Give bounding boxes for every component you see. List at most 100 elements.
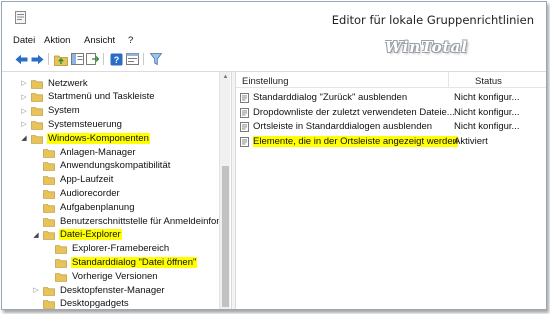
folder-icon — [43, 161, 55, 172]
tree-item-label: Startmenü und Taskleiste — [48, 91, 155, 103]
list-item[interactable]: Standarddialog "Zurück" ausblenden Nicht … — [236, 91, 546, 105]
toolbar-separator — [48, 53, 49, 65]
tree-scrollbar[interactable]: ▲ — [219, 72, 231, 309]
menu-datei[interactable]: Datei — [13, 35, 35, 46]
help-icon[interactable]: ? — [109, 52, 123, 66]
menu-ansicht[interactable]: Ansicht — [84, 35, 115, 46]
tree-item-label: Benutzerschnittstelle für Anmeldeinfon — [60, 215, 219, 227]
tree-item[interactable]: Anlagen-Manager — [32, 145, 137, 159]
tree-item[interactable]: Explorer-Framebereich — [44, 242, 170, 256]
list-item[interactable]: Elemente, die in der Ortsleiste angezeig… — [236, 135, 546, 149]
toolbar-separator — [143, 53, 144, 65]
up-folder-icon[interactable] — [54, 52, 68, 66]
toolbar-separator — [103, 53, 104, 65]
policy-setting-icon — [240, 93, 249, 103]
tree-item-label: Vorherige Versionen — [72, 270, 158, 282]
tree-item-label: Desktopgadgets — [60, 298, 129, 310]
properties-icon[interactable] — [125, 52, 139, 66]
tree-item[interactable]: ▷ System — [20, 104, 81, 118]
folder-icon — [31, 134, 43, 144]
tree-item-label: Systemsteuerung — [48, 118, 122, 130]
list-item[interactable]: Ortsleiste in Standarddialogen ausblende… — [236, 120, 546, 134]
folder-icon — [43, 189, 55, 199]
app-icon — [15, 11, 26, 24]
tree-item[interactable]: ◢ Datei-Explorer — [32, 228, 122, 242]
menu-help[interactable]: ? — [128, 35, 133, 46]
tree-item[interactable]: Standarddialog "Datei öffnen" — [44, 255, 198, 269]
svg-text:?: ? — [113, 55, 119, 65]
tree-item-label: Anwendungskompatibilität — [60, 160, 171, 172]
tree-item-label: Audiorecorder — [60, 187, 120, 199]
tree-item[interactable]: ◢ Windows-Komponenten — [20, 131, 150, 145]
tree-item-label: Anlagen-Manager — [60, 146, 136, 158]
column-divider[interactable] — [448, 72, 449, 88]
tree-item[interactable]: Aufgabenplanung — [32, 200, 136, 214]
tree-item-label: Explorer-Framebereich — [72, 243, 170, 255]
setting-status: Aktiviert — [454, 135, 488, 147]
expand-arrow-icon[interactable]: ▷ — [20, 93, 28, 101]
export-list-icon[interactable] — [85, 52, 99, 66]
folder-icon — [31, 92, 43, 103]
folder-icon — [31, 106, 43, 116]
folder-icon — [31, 120, 43, 130]
content-area: ▷ Netzwerk ▷ Startmenü und Taskleiste ▷ Syste… — [2, 71, 546, 310]
folder-icon — [43, 299, 55, 309]
toolbar: ? — [2, 50, 546, 69]
tree-item-label: Aufgabenplanung — [60, 201, 135, 213]
tree-item-label: System — [48, 105, 80, 117]
tree-item-label: App-Laufzeit — [60, 174, 114, 186]
expand-arrow-icon[interactable]: ▷ — [20, 79, 28, 87]
tree-item[interactable]: App-Laufzeit — [32, 173, 114, 187]
column-header-status[interactable]: Status — [475, 76, 502, 87]
folder-icon — [43, 230, 55, 241]
folder-icon — [43, 175, 55, 185]
tree-item[interactable]: ▷ Startmenü und Taskleiste — [20, 90, 156, 104]
collapse-arrow-icon[interactable]: ◢ — [32, 231, 40, 239]
forward-arrow-icon[interactable] — [30, 52, 44, 66]
folder-icon — [43, 286, 55, 296]
expand-arrow-icon[interactable]: ▷ — [20, 107, 28, 115]
setting-status: Nicht konfigur... — [454, 106, 520, 118]
setting-status: Nicht konfigur... — [454, 92, 520, 103]
menu-aktion[interactable]: Aktion — [44, 35, 70, 46]
setting-status: Nicht konfigur... — [454, 121, 520, 132]
folder-icon — [55, 272, 67, 282]
tree-item[interactable]: Anwendungskompatibilität — [32, 159, 171, 173]
folder-icon — [43, 203, 55, 213]
window-title: Editor für lokale Gruppenrichtlinien — [331, 13, 534, 27]
tree-item-label: Netzwerk — [48, 77, 88, 89]
tree-item[interactable]: ▷ Desktopfenster-Manager — [32, 283, 166, 297]
list-item[interactable]: Dropdownliste der zuletzt verwendeten Da… — [236, 106, 546, 120]
title-bar: Editor für lokale Gruppenrichtlinien — [2, 2, 546, 33]
collapse-arrow-icon[interactable]: ◢ — [20, 134, 28, 142]
tree-item[interactable]: Vorherige Versionen — [44, 269, 159, 283]
scroll-up-arrow-icon[interactable]: ▲ — [220, 72, 231, 83]
gpedit-window: Editor für lokale Gruppenrichtlinien Dat… — [1, 1, 547, 310]
filter-icon[interactable] — [149, 52, 163, 66]
tree-item[interactable]: Desktopgadgets — [32, 297, 130, 310]
folder-icon — [31, 79, 43, 89]
back-arrow-icon[interactable] — [14, 52, 28, 66]
column-header-setting[interactable]: Einstellung — [242, 76, 288, 87]
tree-item[interactable]: Audiorecorder — [32, 186, 121, 200]
settings-list: Einstellung Status Standarddialog "Zurüc… — [236, 72, 546, 309]
tree-item[interactable]: ▷ Systemsteuerung — [20, 117, 123, 131]
tree-item[interactable]: ▷ Netzwerk — [20, 76, 89, 90]
setting-name: Standarddialog "Zurück" ausblenden — [253, 92, 408, 103]
setting-name: Dropdownliste der zuletzt verwendeten Da… — [253, 106, 455, 118]
show-hide-tree-icon[interactable] — [70, 52, 84, 66]
setting-name: Ortsleiste in Standarddialogen ausblende… — [253, 121, 433, 132]
tree-item[interactable]: Benutzerschnittstelle für Anmeldeinfon — [32, 214, 219, 228]
tree-item-label: Standarddialog "Datei öffnen" — [71, 256, 198, 268]
tree-item-label: Datei-Explorer — [59, 229, 122, 241]
policy-setting-icon — [240, 122, 249, 132]
folder-icon — [43, 148, 55, 158]
expand-arrow-icon[interactable]: ▷ — [20, 120, 28, 128]
folder-icon — [55, 244, 67, 254]
scroll-thumb[interactable] — [222, 166, 229, 307]
policy-setting-icon — [240, 107, 249, 118]
list-header: Einstellung Status — [236, 72, 546, 88]
expand-arrow-icon[interactable]: ▷ — [32, 286, 40, 294]
folder-icon — [43, 217, 55, 227]
tree-item-label: Desktopfenster-Manager — [60, 284, 165, 296]
